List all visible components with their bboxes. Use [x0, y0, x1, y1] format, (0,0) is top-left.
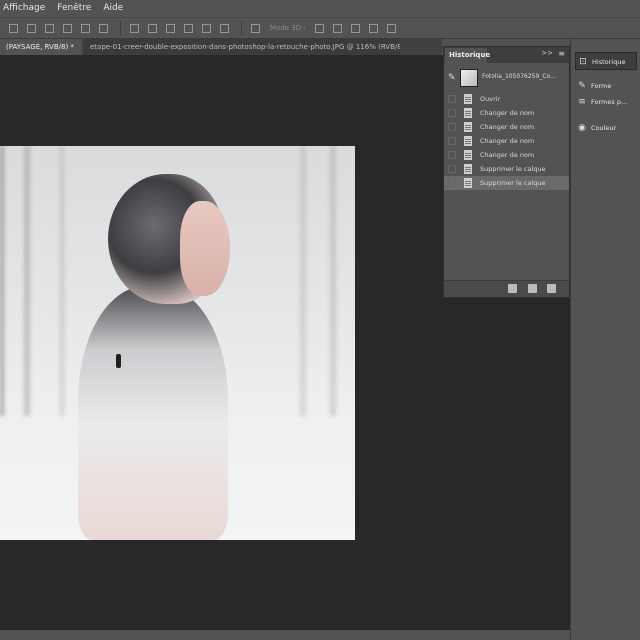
history-list: Ouvrir Changer de nom Changer de nom Cha… [444, 92, 569, 190]
document-image[interactable] [0, 146, 355, 540]
dock-item-formes-predefinies[interactable]: ≡ Formes p... [575, 93, 637, 111]
figure-face [180, 201, 230, 296]
history-source-checkbox[interactable] [448, 109, 456, 117]
tab-label: etape-01-creer-double-exposition-dans-ph… [90, 43, 400, 51]
history-source-checkbox[interactable] [448, 123, 456, 131]
distribute-bottom-icon[interactable] [166, 23, 175, 33]
history-source-checkbox[interactable] [448, 95, 456, 103]
document-state-icon [464, 136, 472, 146]
toolbar-divider [241, 21, 242, 35]
panel-dock: ⊡ Historique ✎ Forme ≡ Formes p... ◉ Cou… [570, 39, 640, 640]
camera-snapshot-icon[interactable] [528, 284, 537, 293]
tab-paysage[interactable]: (PAYSAGE, RVB/8) * [0, 39, 82, 55]
dock-item-label: Formes p... [591, 98, 628, 106]
panel-menu-icon[interactable]: ≡ [558, 49, 565, 58]
dock-item-couleur[interactable]: ◉ Couleur [575, 119, 637, 137]
snapshot-thumbnail [460, 69, 478, 87]
menu-fenetre[interactable]: Fenêtre [57, 0, 91, 17]
brush-icon: ✎ [578, 81, 586, 91]
collapse-icon[interactable]: >> [541, 49, 553, 57]
distribute-right-icon[interactable] [220, 23, 229, 33]
document-tab-bar: (PAYSAGE, RVB/8) * etape-01-creer-double… [0, 39, 442, 55]
snapshot-label: Fotolia_105076259_Co... [482, 73, 556, 80]
walker-silhouette [116, 354, 121, 368]
history-brush-icon[interactable]: ✎ [448, 73, 456, 83]
tab-historique[interactable]: Historique [445, 48, 490, 63]
figure-body [78, 286, 228, 540]
document-state-icon [464, 122, 472, 132]
history-row-label: Ouvrir [480, 95, 501, 103]
distribute-center-icon[interactable] [202, 23, 211, 33]
align-center-icon[interactable] [81, 23, 90, 33]
trash-icon[interactable] [547, 284, 556, 293]
history-row-selected[interactable]: Supprimer le calque [444, 176, 569, 190]
dock-item-label: Couleur [591, 124, 617, 132]
distribute-middle-icon[interactable] [148, 23, 157, 33]
dock-item-historique[interactable]: ⊡ Historique [575, 52, 637, 70]
document-state-icon [464, 164, 472, 174]
history-row-label: Changer de nom [480, 109, 535, 117]
align-top-icon[interactable] [9, 23, 18, 33]
roll-3d-icon[interactable] [332, 23, 342, 33]
tab-label: (PAYSAGE, RVB/8) * [6, 43, 74, 51]
align-middle-icon[interactable] [27, 23, 36, 33]
dock-item-label: Historique [592, 58, 626, 66]
options-bar: Mode 3D : [0, 17, 640, 39]
history-row-label: Changer de nom [480, 123, 535, 131]
history-row-label: Supprimer le calque [480, 179, 546, 187]
slide-3d-icon[interactable] [368, 23, 378, 33]
rotate-3d-icon[interactable] [314, 23, 324, 33]
history-source-checkbox[interactable] [448, 137, 456, 145]
distribute-left-icon[interactable] [184, 23, 193, 33]
history-icon: ⊡ [579, 57, 587, 67]
history-source-checkbox[interactable] [448, 151, 456, 159]
document-state-icon [464, 108, 472, 118]
align-bottom-icon[interactable] [45, 23, 54, 33]
mode-3d-label: Mode 3D : [270, 24, 306, 32]
brush-presets-icon: ≡ [578, 97, 586, 107]
menu-affichage[interactable]: Affichage [3, 0, 45, 17]
history-row-label: Supprimer le calque [480, 165, 546, 173]
history-row[interactable]: Changer de nom [444, 120, 569, 134]
history-panel-header: Historique >> ≡ [444, 47, 569, 63]
history-row[interactable]: Changer de nom [444, 134, 569, 148]
distribute-top-icon[interactable] [130, 23, 139, 33]
menu-bar: Affichage Fenêtre Aide [0, 0, 640, 17]
history-row[interactable]: Ouvrir [444, 92, 569, 106]
history-panel-footer [444, 280, 569, 297]
align-left-icon[interactable] [63, 23, 72, 33]
color-palette-icon: ◉ [578, 123, 586, 133]
history-snapshot[interactable]: ✎ Fotolia_105076259_Co... [444, 67, 569, 89]
document-state-icon [464, 150, 472, 160]
history-row-label: Changer de nom [480, 137, 535, 145]
tab-etape-01[interactable]: etape-01-creer-double-exposition-dans-ph… [84, 39, 400, 55]
menu-aide[interactable]: Aide [103, 0, 123, 17]
history-source-checkbox[interactable] [448, 179, 456, 187]
history-row[interactable]: Supprimer le calque [444, 162, 569, 176]
history-row[interactable]: Changer de nom [444, 148, 569, 162]
align-right-icon[interactable] [99, 23, 108, 33]
new-document-from-state-icon[interactable] [508, 284, 517, 293]
auto-align-icon[interactable] [251, 23, 260, 33]
history-row-label: Changer de nom [480, 151, 535, 159]
status-strip [0, 630, 570, 640]
history-row[interactable]: Changer de nom [444, 106, 569, 120]
toolbar-divider [120, 21, 121, 35]
history-source-checkbox[interactable] [448, 165, 456, 173]
scale-3d-icon[interactable] [386, 23, 396, 33]
document-state-icon [464, 178, 472, 188]
drag-3d-icon[interactable] [350, 23, 360, 33]
history-panel: Historique >> ≡ ✎ Fotolia_105076259_Co..… [443, 46, 570, 298]
document-state-icon [464, 94, 472, 104]
